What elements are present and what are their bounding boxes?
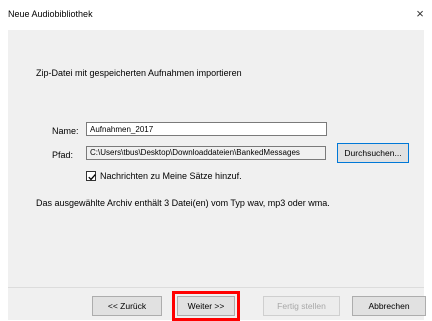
checkmark-icon — [88, 174, 96, 181]
finish-button: Fertig stellen — [263, 296, 340, 316]
next-button-highlight — [172, 291, 240, 321]
name-field[interactable] — [86, 122, 327, 136]
page-heading: Zip-Datei mit gespeicherten Aufnahmen im… — [36, 68, 242, 78]
cancel-button[interactable]: Abbrechen — [352, 296, 426, 316]
close-icon[interactable]: × — [410, 6, 430, 22]
window-title: Neue Audiobibliothek — [8, 9, 93, 19]
name-label: Name: — [52, 126, 79, 136]
title-bar: Neue Audiobibliothek × — [0, 0, 432, 30]
add-to-sentences-label: Nachrichten zu Meine Sätze hinzuf. — [100, 171, 242, 181]
add-to-sentences-checkbox[interactable] — [86, 171, 96, 181]
archive-info-text: Das ausgewählte Archiv enthält 3 Datei(e… — [36, 198, 330, 208]
back-button[interactable]: << Zurück — [92, 296, 162, 316]
path-label: Pfad: — [52, 150, 74, 160]
browse-button[interactable]: Durchsuchen... — [337, 143, 409, 163]
path-field[interactable]: C:\Users\tbus\Desktop\Downloaddateien\Ba… — [86, 146, 326, 160]
